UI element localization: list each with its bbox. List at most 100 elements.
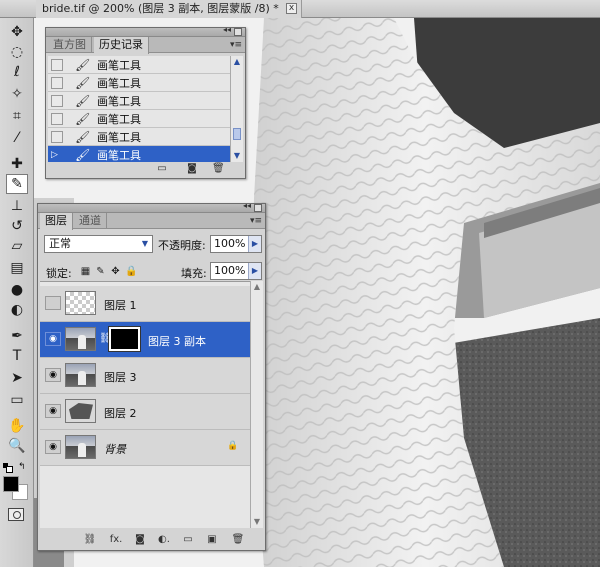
hand-tool[interactable]: ✋ xyxy=(6,416,28,436)
delete-icon[interactable]: 🗑 xyxy=(230,535,246,545)
history-brush-source-checkbox[interactable] xyxy=(51,112,63,125)
layer-thumbnail[interactable] xyxy=(65,291,96,315)
lock-label: 锁定: xyxy=(46,267,72,280)
blend-mode-select[interactable]: 正常 ▼ xyxy=(44,235,153,253)
swap-colors-icon[interactable]: ↰ xyxy=(18,462,26,472)
crop-tool[interactable]: ⌗ xyxy=(6,106,28,126)
delete-icon[interactable]: 🗑 xyxy=(212,164,225,174)
layer-mask-thumbnail[interactable] xyxy=(108,326,141,352)
history-source-marker-icon[interactable]: ▷ xyxy=(51,150,63,160)
history-state[interactable]: 🖌 画笔工具 xyxy=(48,74,232,92)
history-state[interactable]: 🖌 画笔工具 xyxy=(48,56,232,74)
panel-menu-icon[interactable]: ▾≡ xyxy=(230,40,242,50)
path-selection-tool[interactable]: ➤ xyxy=(6,368,28,388)
add-mask-icon[interactable]: ◙ xyxy=(132,535,148,545)
close-icon[interactable]: x xyxy=(286,3,297,14)
layer-row[interactable]: ◉ 背景 🔒 xyxy=(40,430,250,466)
new-layer-icon[interactable]: ▣ xyxy=(204,535,220,545)
scroll-up-icon[interactable]: ▲ xyxy=(231,56,243,68)
brush-icon: 🖌 xyxy=(75,111,91,126)
history-list: 🖌 画笔工具 🖌 画笔工具 🖌 画笔工具 🖌 画笔工具 🖌 画笔工具 ▷ 🖌 画笔工具 xyxy=(48,56,232,162)
layer-row[interactable]: ◉ 图层 1 xyxy=(40,286,250,322)
layers-scrollbar[interactable]: ▲ ▼ xyxy=(250,281,263,528)
eraser-tool[interactable]: ▱ xyxy=(6,236,28,256)
layer-name: 图层 1 xyxy=(104,299,137,312)
history-brush-source-checkbox[interactable] xyxy=(51,58,63,71)
chevron-right-icon[interactable]: ▶ xyxy=(248,263,261,279)
layer-row[interactable]: ◉ 图层 2 xyxy=(40,394,250,430)
fill-field[interactable]: 100% ▶ xyxy=(210,262,262,280)
layer-row[interactable]: ◉ ⛓ 图层 3 副本 xyxy=(40,322,250,358)
history-panel-titlebar[interactable]: ◂◂ xyxy=(46,25,245,37)
layer-thumbnail[interactable] xyxy=(65,435,96,459)
lasso-tool[interactable]: ℓ xyxy=(6,62,28,82)
layer-row[interactable]: ◉ 图层 3 xyxy=(40,358,250,394)
layers-list: ◉图层 1◉⛓图层 3 副本◉图层 3◉图层 2◉背景🔒 xyxy=(40,281,250,528)
history-state[interactable]: 🖌 画笔工具 xyxy=(48,92,232,110)
new-snapshot-icon[interactable]: ◙ xyxy=(186,164,198,174)
visibility-eye-icon[interactable]: ◉ xyxy=(45,296,61,310)
default-colors-icon[interactable] xyxy=(3,463,13,473)
history-state[interactable]: 🖌 画笔工具 xyxy=(48,128,232,146)
clone-stamp-tool[interactable]: ⊥ xyxy=(6,196,28,216)
tab-layers[interactable]: 图层 xyxy=(40,213,73,230)
lock-position-icon[interactable]: ✥ xyxy=(110,266,121,277)
zoom-tool[interactable]: 🔍 xyxy=(6,436,28,456)
scroll-thumb[interactable] xyxy=(233,128,241,140)
collapse-icon[interactable]: ◂◂ xyxy=(223,25,231,34)
history-brush-source-checkbox[interactable] xyxy=(51,76,63,89)
visibility-eye-icon[interactable]: ◉ xyxy=(45,404,61,418)
document-tab[interactable]: bride.tif @ 200% (图层 3 副本, 图层蒙版 /8) * x xyxy=(36,0,302,18)
move-tool[interactable]: ✥ xyxy=(6,22,28,42)
opacity-field[interactable]: 100% ▶ xyxy=(210,235,262,253)
healing-brush-tool[interactable]: ✚ xyxy=(6,154,28,174)
panel-menu-icon[interactable]: ▾≡ xyxy=(250,216,262,226)
link-icon[interactable]: ⛓ xyxy=(82,535,98,545)
layer-name: 背景 xyxy=(104,443,126,456)
collapse-icon[interactable]: ◂◂ xyxy=(243,201,251,210)
visibility-eye-icon[interactable]: ◉ xyxy=(45,332,61,346)
tab-histogram[interactable]: 直方图 xyxy=(48,37,92,53)
new-document-from-state-icon[interactable]: ▭ xyxy=(156,164,168,174)
marquee-tool[interactable]: ◌ xyxy=(6,42,28,62)
dodge-tool[interactable]: ◐ xyxy=(6,300,28,320)
fx-icon[interactable]: fx. xyxy=(108,535,124,545)
visibility-eye-icon[interactable]: ◉ xyxy=(45,440,61,454)
lock-pixels-icon[interactable]: ✎ xyxy=(95,266,106,277)
adjustment-icon[interactable]: ◐. xyxy=(156,535,172,545)
scroll-down-icon[interactable]: ▼ xyxy=(251,516,263,528)
blur-tool[interactable]: ● xyxy=(6,280,28,300)
visibility-eye-icon[interactable]: ◉ xyxy=(45,368,61,382)
layers-tabs: 图层 通道 ▾≡ xyxy=(38,213,265,230)
foreground-color-swatch[interactable] xyxy=(3,476,19,492)
brush-tool[interactable]: ✎ xyxy=(6,174,28,194)
tab-channels[interactable]: 通道 xyxy=(74,213,107,229)
group-folder-icon[interactable]: ▭ xyxy=(180,535,196,545)
opacity-label: 不透明度: xyxy=(158,239,206,252)
gradient-tool[interactable]: ▤ xyxy=(6,258,28,278)
pen-tool[interactable]: ✒ xyxy=(6,326,28,346)
chevron-right-icon[interactable]: ▶ xyxy=(248,236,261,252)
layer-thumbnail[interactable] xyxy=(65,363,96,387)
magic-wand-tool[interactable]: ✧ xyxy=(6,84,28,104)
blend-mode-value: 正常 xyxy=(49,237,71,250)
quick-mask-icon[interactable] xyxy=(8,508,24,521)
close-icon[interactable] xyxy=(254,204,262,212)
rectangle-tool[interactable]: ▭ xyxy=(6,390,28,410)
history-scrollbar[interactable]: ▲ ▼ xyxy=(230,56,243,162)
layer-thumbnail[interactable] xyxy=(65,399,96,423)
eyedropper-tool[interactable]: ⁄ xyxy=(6,128,28,148)
layers-panel-titlebar[interactable]: ◂◂ xyxy=(38,201,265,213)
type-tool[interactable]: T xyxy=(6,346,28,366)
close-icon[interactable] xyxy=(234,28,242,36)
lock-all-icon[interactable]: 🔒 xyxy=(125,266,137,277)
scroll-up-icon[interactable]: ▲ xyxy=(251,281,263,293)
lock-transparency-icon[interactable]: ▦ xyxy=(80,266,91,277)
history-state[interactable]: 🖌 画笔工具 xyxy=(48,110,232,128)
history-brush-tool[interactable]: ↺ xyxy=(6,216,28,236)
history-brush-source-checkbox[interactable] xyxy=(51,94,63,107)
history-brush-source-checkbox[interactable] xyxy=(51,130,63,143)
layer-thumbnail[interactable] xyxy=(65,327,96,351)
tab-history[interactable]: 历史记录 xyxy=(94,37,149,54)
history-state[interactable]: ▷ 🖌 画笔工具 xyxy=(48,146,232,162)
